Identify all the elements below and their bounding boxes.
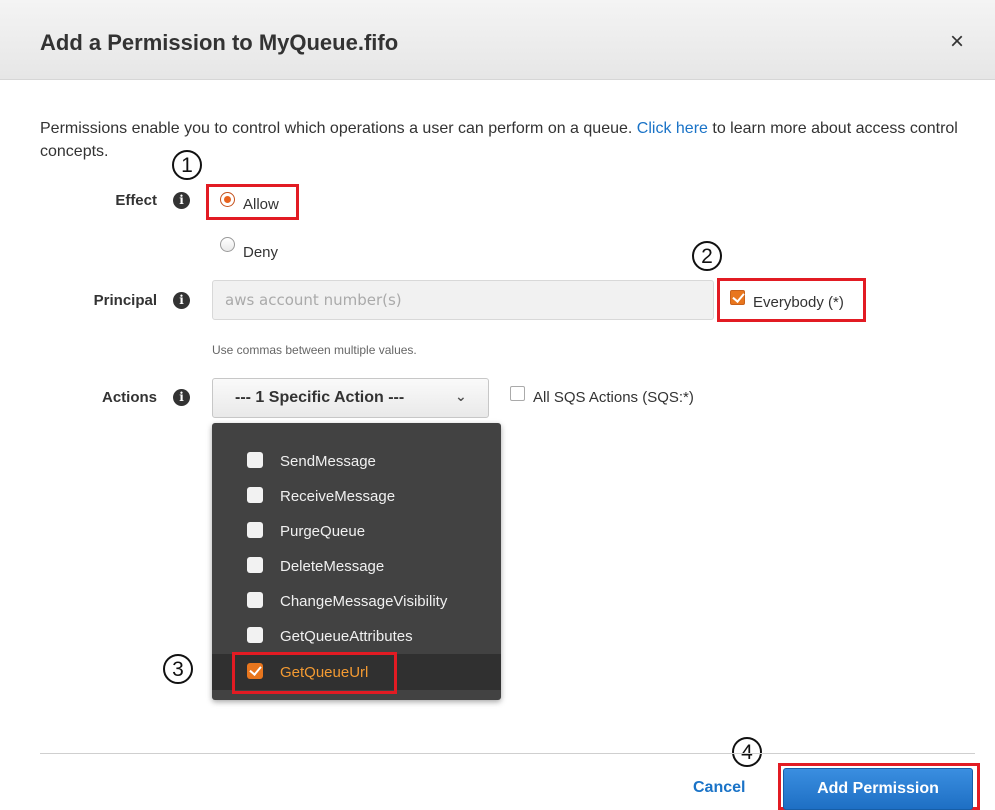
all-sqs-actions-checkbox[interactable]	[510, 386, 525, 401]
highlight-box-getqueueurl	[232, 652, 397, 694]
step-marker-4: 4	[732, 737, 762, 767]
actions-select-value: --- 1 Specific Action ---	[235, 389, 405, 406]
effect-deny-radio[interactable]	[220, 237, 235, 252]
all-sqs-actions-label[interactable]: All SQS Actions (SQS:*)	[533, 389, 694, 406]
checkbox-icon[interactable]	[247, 557, 263, 573]
action-option-deletemessage[interactable]: DeleteMessage	[212, 551, 501, 584]
principal-help-text: Use commas between multiple values.	[212, 343, 417, 357]
dialog-header: Add a Permission to MyQueue.fifo ×	[0, 0, 995, 80]
action-option-purgequeue[interactable]: PurgeQueue	[212, 516, 501, 549]
effect-label: Effect	[115, 192, 157, 209]
action-option-getqueueattributes[interactable]: GetQueueAttributes	[212, 621, 501, 654]
checkbox-icon[interactable]	[247, 592, 263, 608]
step-marker-2: 2	[692, 241, 722, 271]
step-marker-1: 1	[172, 150, 202, 180]
action-option-changemessagevisibility[interactable]: ChangeMessageVisibility	[212, 586, 501, 619]
add-permission-button[interactable]: Add Permission	[783, 768, 973, 810]
dialog-title: Add a Permission to MyQueue.fifo	[40, 30, 399, 55]
principal-input-wrapper	[212, 280, 714, 320]
info-icon[interactable]: i	[173, 389, 190, 406]
principal-input[interactable]	[213, 281, 713, 319]
close-icon[interactable]: ×	[950, 30, 964, 54]
checkbox-icon[interactable]	[247, 627, 263, 643]
action-option-receivemessage[interactable]: ReceiveMessage	[212, 481, 501, 514]
action-option-sendmessage[interactable]: SendMessage	[212, 446, 501, 479]
description-text: Permissions enable you to control which …	[40, 120, 633, 137]
learn-more-link[interactable]: Click here	[637, 120, 708, 137]
checkbox-icon[interactable]	[247, 522, 263, 538]
footer-divider	[40, 753, 975, 754]
chevron-down-icon: ⌄	[455, 388, 467, 404]
info-icon[interactable]: i	[173, 292, 190, 309]
checkbox-icon[interactable]	[247, 452, 263, 468]
principal-label: Principal	[93, 292, 157, 309]
effect-deny-label[interactable]: Deny	[243, 244, 278, 261]
actions-label: Actions	[101, 389, 157, 406]
step-marker-3: 3	[163, 654, 193, 684]
checkbox-icon[interactable]	[247, 487, 263, 503]
cancel-button[interactable]: Cancel	[693, 779, 745, 797]
highlight-box-everybody	[717, 278, 866, 322]
highlight-box-allow	[206, 184, 299, 220]
actions-select[interactable]: --- 1 Specific Action --- ⌄	[212, 378, 489, 418]
info-icon[interactable]: i	[173, 192, 190, 209]
